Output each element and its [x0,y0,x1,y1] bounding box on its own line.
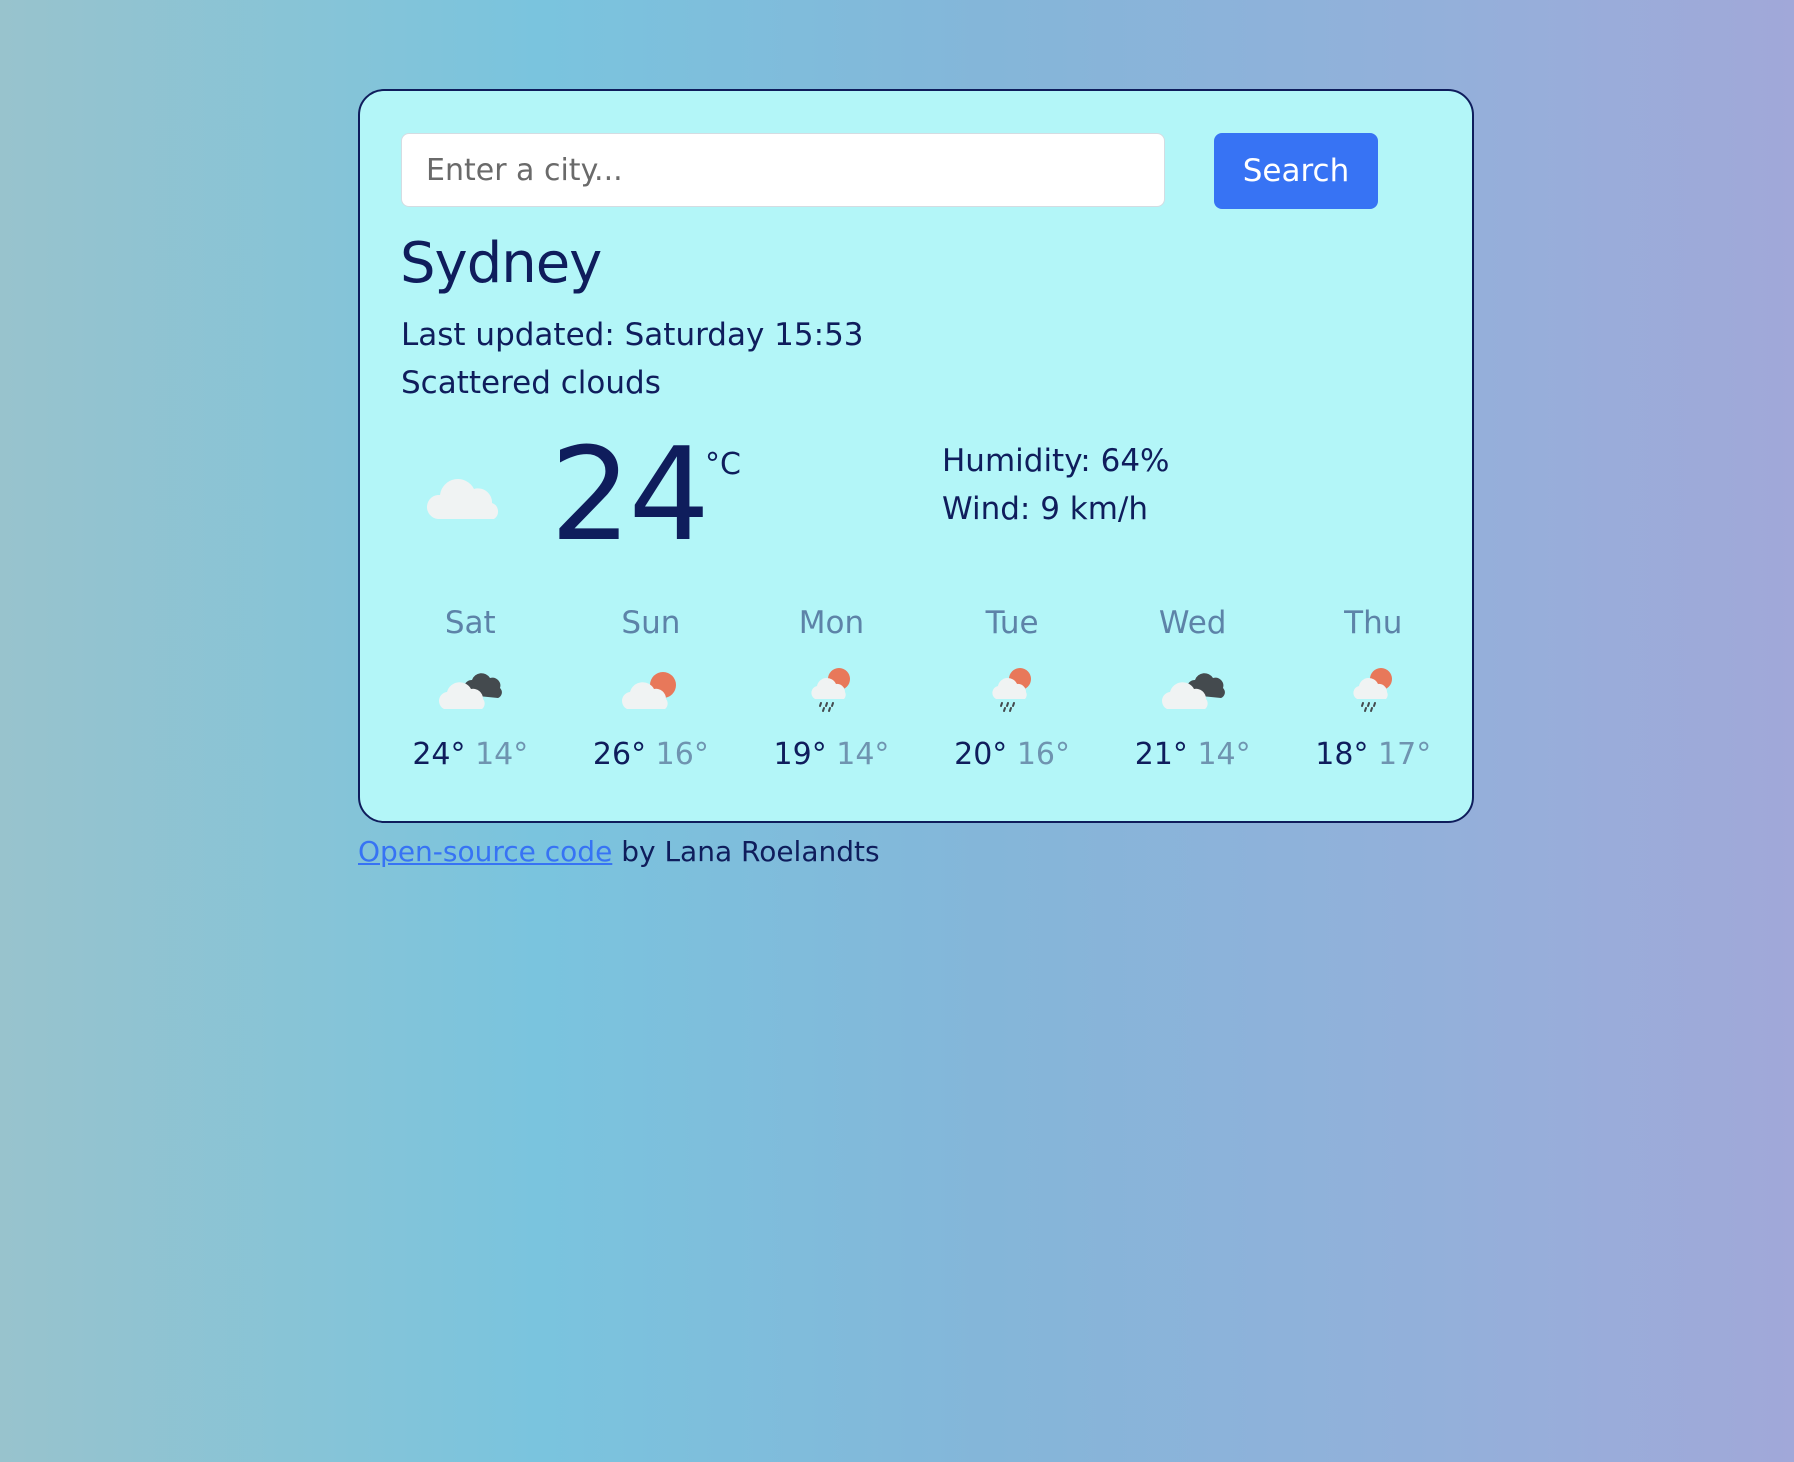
rain-day-icon [1353,668,1393,712]
forecast-min: 16° [655,737,709,772]
forecast-temperatures: 18° 17° [1283,735,1464,775]
forecast-day: Thu 18° 17° [1283,603,1464,775]
forecast-temperatures: 26° 16° [561,735,742,775]
footer-author: by Lana Roelandts [612,835,880,868]
cloud-icon [426,479,499,519]
forecast-day: Wed 21° 14° [1102,603,1283,775]
last-updated: Last updated: Saturday 15:53 [401,317,864,353]
forecast-temperatures: 20° 16° [922,735,1103,775]
humidity: Humidity: 64% [942,443,1170,479]
forecast-min: 16° [1016,737,1071,772]
forecast-day-name: Mon [798,605,865,641]
weather-card: Search Sydney Last updated: Saturday 15:… [358,89,1474,823]
footer: Open-source code by Lana Roelandts [358,832,880,872]
broken-clouds-icon [1161,673,1225,709]
forecast-day: Sun 26° 16° [561,603,742,775]
wind: Wind: 9 km/h [942,491,1149,527]
forecast-day: Mon 19° 14° [741,603,922,775]
broken-clouds-icon [439,673,503,709]
forecast-max: 26° [592,737,647,772]
source-code-link[interactable]: Open-source code [358,835,612,868]
rain-day-icon [811,668,851,712]
current-temperature: 24 [550,421,710,570]
forecast-max: 20° [954,737,1008,772]
forecast-day-name: Wed [1158,605,1227,641]
forecast-day-name: Thu [1344,605,1403,641]
forecast-day: Tue 20° 16° [922,603,1103,775]
forecast-day-name: Sat [444,605,496,641]
weather-description: Scattered clouds [401,365,661,401]
forecast-max: 18° [1315,737,1369,772]
forecast-min: 14° [1197,737,1251,772]
forecast-min: 14° [475,737,529,772]
city-name: Sydney [400,231,602,296]
forecast-max: 19° [773,737,827,772]
forecast-day-name: Tue [985,605,1039,641]
forecast-temperatures: 19° 14° [741,735,922,775]
search-button[interactable]: Search [1214,133,1378,209]
few-clouds-day-icon [621,672,676,709]
forecast-min: 17° [1378,737,1432,772]
temperature-unit: °C [705,447,741,482]
city-search-input[interactable] [401,133,1165,207]
forecast-max: 21° [1134,737,1188,772]
rain-day-icon [992,668,1032,712]
forecast: Sat 24° 14° Sun 26° 16° Mon 19° 14° Tue … [380,603,1464,775]
forecast-day-name: Sun [621,605,681,641]
forecast-min: 14° [836,737,890,772]
forecast-day: Sat 24° 14° [380,603,561,775]
forecast-temperatures: 24° 14° [380,735,561,775]
forecast-temperatures: 21° 14° [1102,735,1283,775]
forecast-max: 24° [412,737,466,772]
